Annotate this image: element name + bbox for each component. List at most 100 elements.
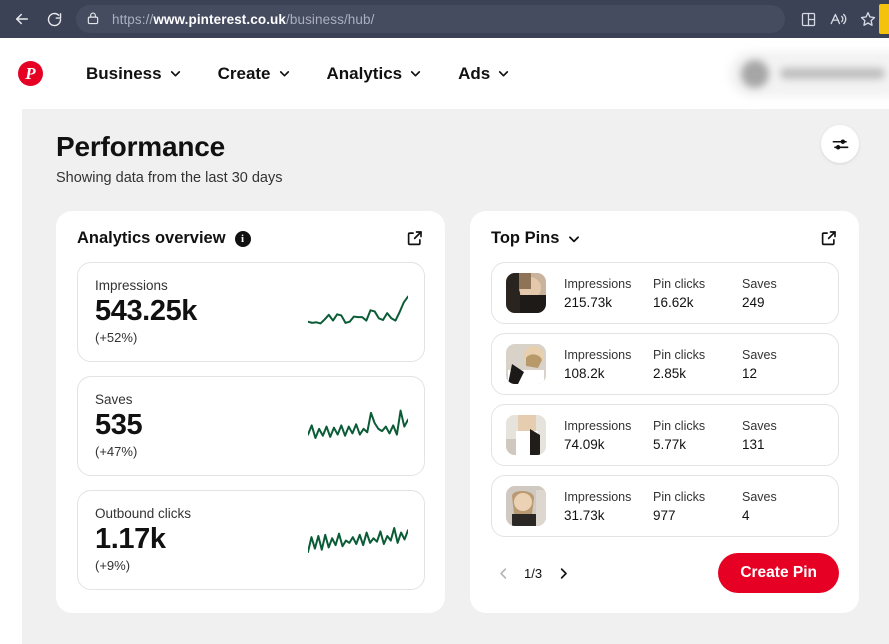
metric-delta: (+9%) bbox=[95, 557, 131, 573]
browser-back-button[interactable] bbox=[6, 3, 38, 35]
table-row[interactable]: Impressions 215.73k Pin clicks 16.62k Sa… bbox=[491, 262, 839, 324]
lock-icon bbox=[86, 10, 104, 28]
chevron-right-icon[interactable] bbox=[551, 561, 575, 585]
split-screen-icon[interactable] bbox=[793, 4, 823, 34]
sparkline-saves bbox=[308, 403, 408, 449]
page-subtitle: Showing data from the last 30 days bbox=[56, 170, 283, 186]
browser-actions bbox=[793, 4, 883, 34]
pin-stats: Impressions 74.09k Pin clicks 5.77k Save… bbox=[564, 419, 824, 452]
nav-item-create-label: Create bbox=[217, 63, 271, 83]
nav-item-create[interactable]: Create bbox=[218, 64, 291, 84]
pin-stat-label: Saves bbox=[742, 418, 777, 433]
pin-stat-value: 16.62k bbox=[653, 294, 694, 310]
table-row[interactable]: Impressions 108.2k Pin clicks 2.85k Save… bbox=[491, 333, 839, 395]
pagination: 1/3 bbox=[491, 561, 575, 585]
metric-value: 535 bbox=[95, 409, 143, 442]
pin-thumbnail bbox=[506, 344, 546, 384]
pin-stat-impressions: Impressions 108.2k bbox=[564, 348, 653, 381]
info-icon[interactable]: i bbox=[234, 230, 251, 247]
pin-thumbnail bbox=[506, 486, 546, 526]
external-link-icon[interactable] bbox=[819, 228, 839, 248]
metric-tile-impressions[interactable]: Impressions 543.25k (+52%) bbox=[77, 262, 425, 362]
pin-stat-pin-clicks: Pin clicks 2.85k bbox=[653, 348, 742, 381]
nav-item-ads[interactable]: Ads bbox=[458, 64, 510, 84]
pin-thumbnail bbox=[506, 273, 546, 313]
pin-stat-saves: Saves 12 bbox=[742, 348, 831, 381]
pin-stat-saves: Saves 249 bbox=[742, 277, 831, 310]
chevron-down-icon[interactable] bbox=[567, 232, 581, 246]
pin-stat-saves: Saves 4 bbox=[742, 490, 831, 523]
pagination-label: 1/3 bbox=[524, 565, 543, 581]
table-row[interactable]: Impressions 31.73k Pin clicks 977 Saves … bbox=[491, 475, 839, 537]
pin-stat-value: 215.73k bbox=[564, 294, 613, 310]
chevron-down-icon bbox=[497, 67, 510, 80]
pin-stat-pin-clicks: Pin clicks 977 bbox=[653, 490, 742, 523]
pin-stat-value: 5.77k bbox=[653, 436, 687, 452]
pinterest-logo[interactable]: P bbox=[18, 61, 52, 86]
pin-stat-label: Saves bbox=[742, 347, 777, 362]
address-bar[interactable]: https://www.pinterest.co.uk/business/hub… bbox=[76, 5, 785, 33]
pin-stat-impressions: Impressions 74.09k bbox=[564, 419, 653, 452]
pin-stat-value: 12 bbox=[742, 365, 758, 381]
top-pins-card-title: Top Pins bbox=[491, 229, 560, 247]
sparkline-impressions bbox=[308, 289, 408, 335]
metric-tile-outbound-clicks[interactable]: Outbound clicks 1.17k (+9%) bbox=[77, 490, 425, 590]
browser-reload-button[interactable] bbox=[38, 3, 70, 35]
metric-text: Outbound clicks 1.17k (+9%) bbox=[95, 506, 308, 572]
page-header: Performance Showing data from the last 3… bbox=[56, 125, 859, 186]
read-aloud-icon[interactable] bbox=[823, 4, 853, 34]
sliders-filter-icon[interactable] bbox=[821, 125, 859, 163]
metric-value: 543.25k bbox=[95, 295, 198, 328]
pin-stat-value: 31.73k bbox=[564, 507, 605, 523]
pin-stat-value: 977 bbox=[653, 507, 676, 523]
left-rail bbox=[0, 109, 22, 644]
chevron-down-icon bbox=[169, 67, 182, 80]
main-content: Performance Showing data from the last 3… bbox=[22, 109, 889, 644]
metric-value: 1.17k bbox=[95, 523, 166, 556]
pin-stat-saves: Saves 131 bbox=[742, 419, 831, 452]
avatar bbox=[741, 59, 769, 88]
analytics-overview-card: Analytics overview i Impressions 543.25k… bbox=[56, 211, 445, 613]
table-row[interactable]: Impressions 74.09k Pin clicks 5.77k Save… bbox=[491, 404, 839, 466]
metric-label: Impressions bbox=[95, 278, 168, 294]
pin-stat-label: Pin clicks bbox=[653, 276, 706, 291]
pin-stat-impressions: Impressions 31.73k bbox=[564, 490, 653, 523]
browser-edge-indicator bbox=[879, 4, 889, 34]
chevron-down-icon bbox=[409, 67, 422, 80]
pin-stat-value: 131 bbox=[742, 436, 765, 452]
sparkline-outbound-clicks bbox=[308, 517, 408, 563]
metric-delta: (+52%) bbox=[95, 329, 138, 345]
create-pin-button[interactable]: Create Pin bbox=[718, 553, 839, 593]
pin-stat-label: Impressions bbox=[564, 489, 632, 504]
metric-delta: (+47%) bbox=[95, 443, 138, 459]
nav-item-analytics[interactable]: Analytics bbox=[327, 64, 423, 84]
account-menu[interactable] bbox=[729, 50, 889, 97]
metric-tile-saves[interactable]: Saves 535 (+47%) bbox=[77, 376, 425, 476]
chevron-left-icon[interactable] bbox=[491, 561, 515, 585]
analytics-card-title: Analytics overview bbox=[77, 229, 226, 247]
pin-stat-value: 74.09k bbox=[564, 436, 605, 452]
pin-stat-pin-clicks: Pin clicks 5.77k bbox=[653, 419, 742, 452]
pin-stat-value: 249 bbox=[742, 294, 765, 310]
pin-stat-label: Saves bbox=[742, 276, 777, 291]
pin-stat-value: 108.2k bbox=[564, 365, 605, 381]
pin-stat-label: Pin clicks bbox=[653, 418, 706, 433]
pin-stats: Impressions 31.73k Pin clicks 977 Saves … bbox=[564, 490, 824, 523]
pin-stat-value: 4 bbox=[742, 507, 750, 523]
metric-label: Saves bbox=[95, 392, 133, 408]
external-link-icon[interactable] bbox=[405, 228, 425, 248]
pin-stat-pin-clicks: Pin clicks 16.62k bbox=[653, 277, 742, 310]
url-host: www.pinterest.co.uk bbox=[153, 11, 287, 27]
nav-item-business[interactable]: Business bbox=[86, 64, 182, 84]
pin-stat-label: Saves bbox=[742, 489, 777, 504]
pin-stat-label: Impressions bbox=[564, 276, 632, 291]
pin-stat-label: Pin clicks bbox=[653, 489, 706, 504]
pin-stat-value: 2.85k bbox=[653, 365, 687, 381]
url-scheme: https:// bbox=[112, 11, 154, 27]
account-name-redacted bbox=[780, 68, 885, 79]
pin-stat-label: Pin clicks bbox=[653, 347, 706, 362]
url-path: /business/hub/ bbox=[286, 11, 375, 27]
address-bar-url: https://www.pinterest.co.uk/business/hub… bbox=[112, 12, 374, 27]
metric-text: Impressions 543.25k (+52%) bbox=[95, 278, 308, 344]
top-pins-footer: 1/3 Create Pin bbox=[491, 553, 839, 593]
